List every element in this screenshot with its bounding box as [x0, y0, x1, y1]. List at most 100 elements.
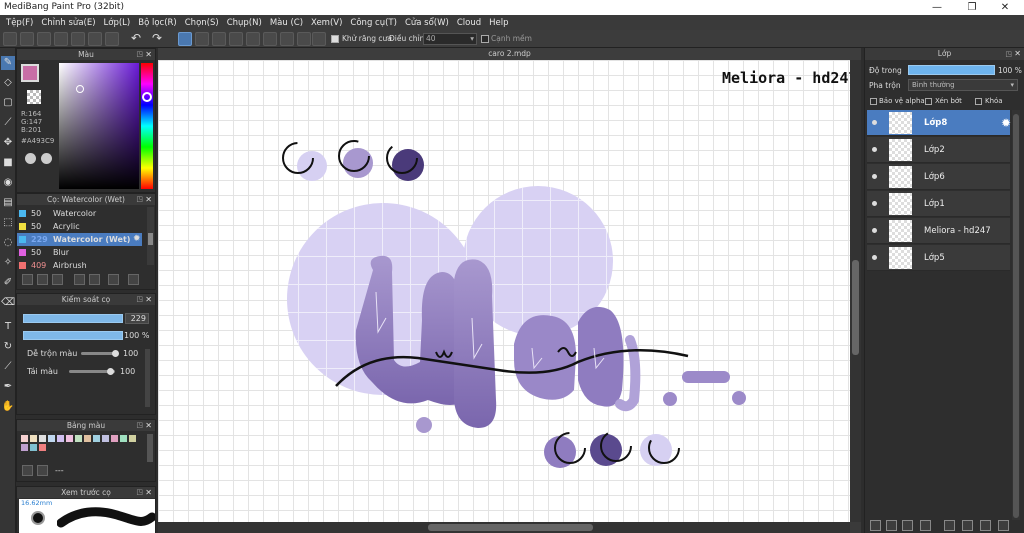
new-8bit-layer-icon[interactable] — [902, 520, 913, 531]
menu-file[interactable]: Tệp(F) — [2, 18, 37, 28]
sv-cursor[interactable] — [76, 85, 84, 93]
dot-tool-icon[interactable]: ▢ — [1, 96, 15, 110]
soft-edge-checkbox[interactable] — [481, 35, 489, 43]
palette-swatch[interactable] — [21, 435, 28, 442]
eye-icon[interactable] — [872, 228, 877, 233]
adjust-select[interactable]: 40 ▾ — [423, 33, 477, 45]
eye-icon[interactable] — [872, 255, 877, 260]
gear-icon[interactable]: ✹ — [133, 233, 141, 246]
cloud-icon[interactable] — [3, 32, 17, 46]
eraser-tool-icon[interactable]: ◇ — [1, 76, 15, 90]
brush-item[interactable]: 409 Airbrush — [17, 259, 142, 272]
comment-icon[interactable] — [37, 32, 51, 46]
brush-item[interactable]: 50 Acrylic — [17, 220, 142, 233]
eyedropper-tool-icon[interactable]: ✒ — [1, 380, 15, 394]
maximize-button[interactable]: ❐ — [955, 0, 989, 15]
lock-checkbox[interactable] — [975, 98, 982, 105]
trash-icon[interactable] — [128, 274, 139, 285]
protect-alpha-checkbox[interactable] — [870, 98, 877, 105]
brush-opacity-bar[interactable] — [23, 331, 123, 340]
grid-snap-icon[interactable] — [212, 32, 226, 46]
scroll-thumb[interactable] — [852, 260, 859, 355]
menu-view[interactable]: Xem(V) — [307, 18, 346, 28]
palette-swatch[interactable] — [84, 435, 91, 442]
close-icon[interactable]: ✕ — [145, 194, 152, 205]
line-tool-icon[interactable]: ⟋ — [1, 116, 15, 130]
bucket-tool-icon[interactable]: ◉ — [1, 176, 15, 190]
merge-layer-icon[interactable] — [980, 520, 991, 531]
palette-swatch[interactable] — [75, 435, 82, 442]
close-icon[interactable]: ✕ — [145, 487, 152, 498]
palette-swatch[interactable] — [111, 435, 118, 442]
layer-row[interactable]: Lớp6 — [867, 164, 1010, 190]
blend-slider-knob[interactable] — [112, 350, 119, 357]
reload-slider-knob[interactable] — [107, 368, 114, 375]
canvas-horizontal-scrollbar[interactable] — [158, 522, 850, 533]
layer-list-scrollbar[interactable] — [1012, 110, 1020, 520]
palette-swatch[interactable] — [120, 435, 127, 442]
select-tool-icon[interactable]: ⬚ — [1, 216, 15, 230]
panel-icon[interactable] — [88, 32, 102, 46]
layer-opacity-bar[interactable] — [908, 65, 995, 75]
palette-swatch[interactable] — [93, 435, 100, 442]
palette-swatch[interactable] — [102, 435, 109, 442]
brush-item[interactable]: 50 Blur — [17, 246, 142, 259]
fill-rect-tool-icon[interactable]: ■ — [1, 156, 15, 170]
palette-more[interactable]: --- — [55, 466, 64, 475]
close-icon[interactable]: ✕ — [145, 49, 152, 60]
new-layer-icon[interactable] — [870, 520, 881, 531]
brush-settings-icon[interactable] — [37, 274, 48, 285]
layer-row[interactable]: Meliora - hd247 — [867, 218, 1010, 244]
menu-layer[interactable]: Lớp(L) — [100, 18, 135, 28]
clipping-checkbox[interactable] — [925, 98, 932, 105]
close-button[interactable]: ✕ — [988, 0, 1022, 15]
operation-tool-icon[interactable]: ↻ — [1, 340, 15, 354]
close-icon[interactable]: ✕ — [145, 294, 152, 305]
menu-filter[interactable]: Bộ lọc(R) — [134, 18, 181, 28]
menu-color[interactable]: Màu (C) — [266, 18, 307, 28]
eye-icon[interactable] — [872, 147, 877, 152]
antialias-checkbox[interactable] — [331, 35, 339, 43]
select-eraser-tool-icon[interactable]: ⌫ — [1, 296, 15, 310]
brush-size-value[interactable]: 229 — [125, 313, 149, 324]
foreground-color-swatch[interactable] — [21, 64, 39, 82]
copy-brush-icon[interactable] — [89, 274, 100, 285]
layout-icon[interactable] — [105, 32, 119, 46]
dock-icon[interactable]: ◳ — [136, 420, 143, 431]
palette-swatch[interactable] — [39, 435, 46, 442]
palette-swatch[interactable] — [30, 444, 37, 451]
dock-icon[interactable]: ◳ — [136, 294, 143, 305]
layer-blend-select[interactable]: Bình thường ▾ — [908, 79, 1018, 91]
lasso-tool-icon[interactable]: ◌ — [1, 236, 15, 250]
brush-list-scrollbar[interactable] — [147, 207, 154, 265]
palette-swatch[interactable] — [66, 435, 73, 442]
dock-icon[interactable]: ◳ — [136, 194, 143, 205]
color-picker-icon[interactable] — [41, 153, 52, 164]
text-tool-icon[interactable]: T — [1, 320, 15, 334]
canvas-vertical-scrollbar[interactable] — [850, 60, 861, 522]
magic-wand-tool-icon[interactable]: ✧ — [1, 256, 15, 270]
close-icon[interactable]: ✕ — [1014, 48, 1021, 60]
document-tab[interactable]: caro 2.mdp — [158, 48, 861, 60]
divide-tool-icon[interactable]: ⟋ — [1, 360, 15, 374]
move-down-icon[interactable] — [944, 520, 955, 531]
upload-icon[interactable] — [20, 32, 34, 46]
add-palette-icon[interactable] — [22, 465, 33, 476]
scroll-thumb[interactable] — [148, 233, 153, 245]
palette-swatch[interactable] — [30, 435, 37, 442]
add-layer-menu-icon[interactable] — [920, 520, 931, 531]
menu-select[interactable]: Chọn(S) — [181, 18, 223, 28]
layer-row[interactable]: Lớp8 — [867, 110, 1010, 136]
ellipse-snap-icon[interactable] — [297, 32, 311, 46]
hue-slider[interactable] — [141, 63, 153, 189]
menu-snap[interactable]: Chụp(N) — [223, 18, 266, 28]
palette-swatch[interactable] — [129, 435, 136, 442]
select-pen-tool-icon[interactable]: ✐ — [1, 276, 15, 290]
import-brush-icon[interactable] — [74, 274, 85, 285]
curve-snap-icon[interactable] — [280, 32, 294, 46]
palette-swatch[interactable] — [48, 435, 55, 442]
palette-scrollbar[interactable] — [147, 434, 153, 462]
scroll-thumb[interactable] — [428, 524, 593, 531]
menu-tools[interactable]: Công cụ(T) — [346, 18, 401, 28]
cross-snap-icon[interactable] — [246, 32, 260, 46]
